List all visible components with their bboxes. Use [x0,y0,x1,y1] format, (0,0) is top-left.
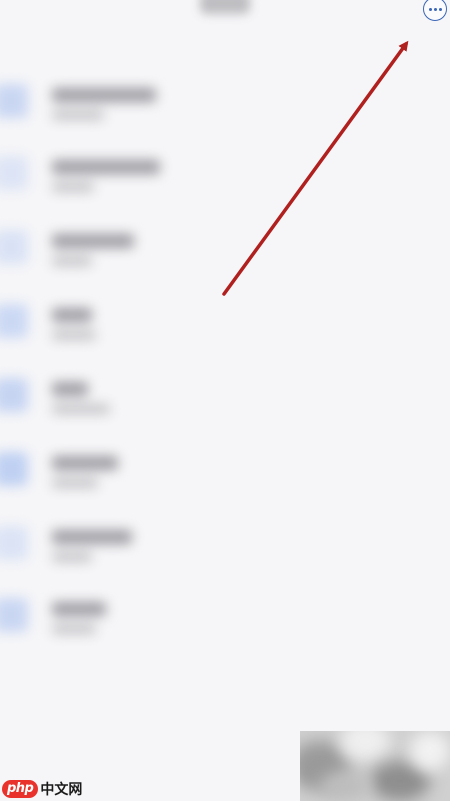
watermark-logo: php [2,780,39,798]
item-subtitle [52,404,110,414]
more-options-button[interactable] [423,0,447,21]
item-title [52,530,132,544]
item-subtitle [52,330,96,340]
item-icon [0,84,28,118]
list-item[interactable] [0,584,260,644]
item-icon [0,304,28,338]
item-subtitle [52,478,98,488]
item-subtitle [52,256,92,266]
more-dots-icon [428,7,432,11]
app-screen: php 中文网 [0,0,450,801]
item-title [52,382,88,396]
item-icon [0,230,28,264]
item-icon [0,156,28,190]
watermark-text: 中文网 [40,782,83,798]
list-item[interactable] [0,142,260,202]
list-item[interactable] [0,216,260,276]
blurred-thumbnail [300,731,450,801]
item-title [52,88,156,102]
item-icon [0,598,28,632]
item-subtitle [52,182,94,192]
item-subtitle [52,110,104,120]
item-subtitle [52,624,96,634]
watermark: php 中文网 [2,779,82,799]
item-icon [0,452,28,486]
list-item[interactable] [0,70,260,130]
list-item[interactable] [0,364,260,424]
item-icon [0,378,28,412]
item-title [52,308,92,322]
item-title [52,234,134,248]
item-subtitle [52,552,92,562]
item-icon [0,526,28,560]
item-title [52,456,118,470]
page-title [200,0,250,14]
list-item[interactable] [0,512,260,572]
list-item[interactable] [0,290,260,350]
item-title [52,160,160,174]
list-item[interactable] [0,438,260,498]
item-title [52,602,106,616]
